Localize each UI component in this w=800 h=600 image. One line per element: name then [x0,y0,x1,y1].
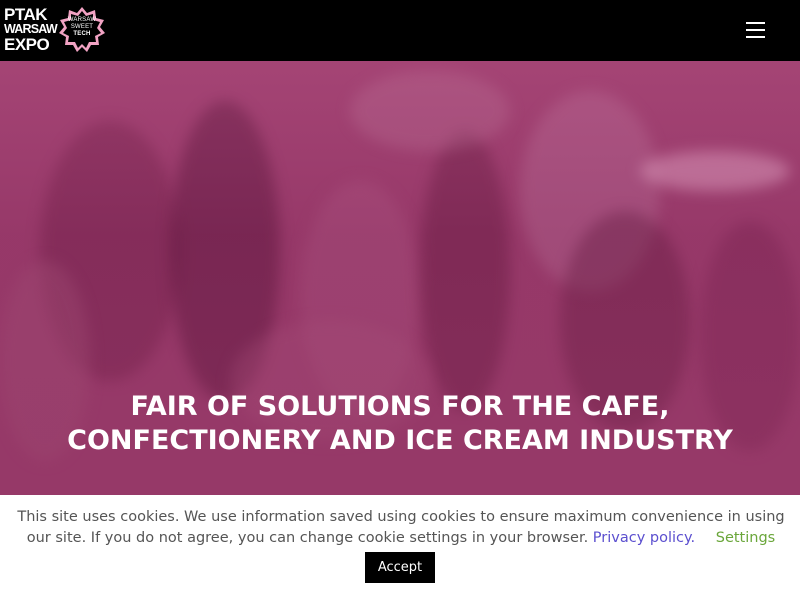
hamburger-menu-icon[interactable] [743,19,769,41]
cookie-message: This site uses cookies. We use informati… [6,507,796,549]
logo-line-ptak: PTAK [4,5,48,24]
menu-bar-middle [746,29,765,31]
hero-title-line2: CONFECTIONERY AND ICE CREAM INDUSTRY [67,425,733,456]
ptak-warsaw-expo-logo[interactable]: PTAK WARSAW EXPO [4,5,58,54]
warsaw-sweet-tech-logo[interactable]: WARSAW SWEET TECH [58,6,106,54]
menu-bar-bottom [746,36,765,38]
badge-line-sweet: SWEET [70,24,94,30]
hero-title: FAIR OF SOLUTIONS FOR THE CAFE, CONFECTI… [0,390,800,458]
cookie-consent-banner: This site uses cookies. We use informati… [0,495,800,600]
accept-cookies-button[interactable]: Accept [365,552,435,583]
menu-bar-top [746,22,765,24]
badge-line-warsaw: WARSAW [67,17,97,23]
badge-label: WARSAW SWEET TECH [58,17,106,38]
top-navigation-bar: PTAK WARSAW EXPO WARSAW SWEET TECH [0,0,800,61]
hero-title-line1: FAIR OF SOLUTIONS FOR THE CAFE, [130,391,670,422]
cookie-settings-link[interactable]: Settings [716,530,775,546]
privacy-policy-link[interactable]: Privacy policy. [593,530,695,546]
badge-line-tech: TECH [73,31,91,37]
hero-banner: FAIR OF SOLUTIONS FOR THE CAFE, CONFECTI… [0,61,800,495]
logo-line-expo: EXPO [4,35,50,54]
